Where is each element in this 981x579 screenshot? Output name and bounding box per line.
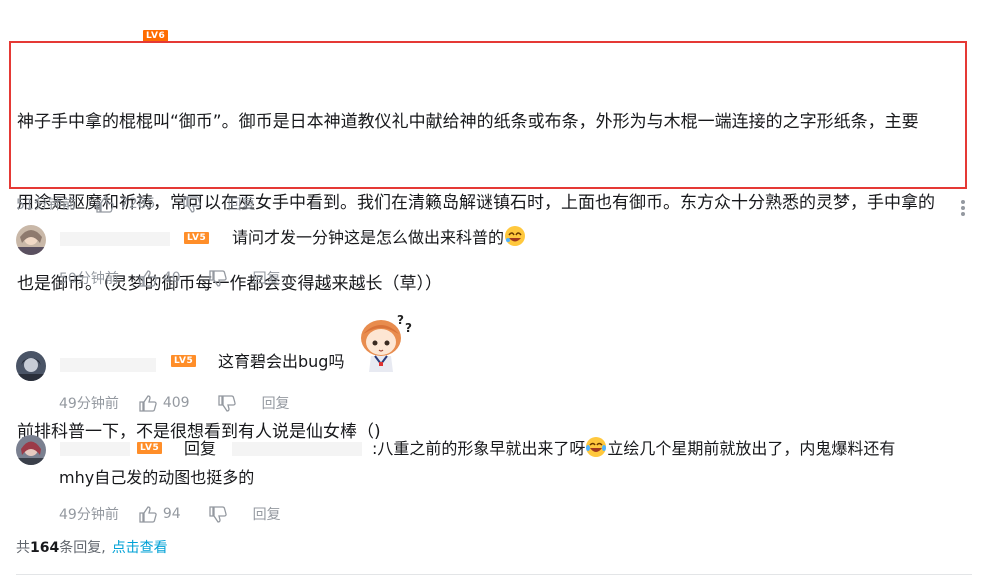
thumbs-down-icon <box>183 195 202 213</box>
replies-summary: 共164条回复, 点击查看 <box>16 537 168 557</box>
thumbs-down-icon <box>209 269 227 287</box>
like-count: 7285 <box>119 196 156 212</box>
like-count: 94 <box>162 506 181 522</box>
reply-text-content: 请问才发一分钟这是怎么做出来科普的 <box>232 228 505 247</box>
laughing-emoji-icon <box>504 225 526 255</box>
reply-text: :八重之前的形象早就出来了呀 立绘几个星期前就放出了，内鬼爆料还有 <box>372 436 895 466</box>
level-badge: LV5 <box>184 232 210 244</box>
like-count: 409 <box>162 395 190 411</box>
reply-text-content: :八重之前的形象早就出来了呀 <box>372 439 586 458</box>
thumbs-down-icon <box>209 505 227 523</box>
svg-text:?: ? <box>397 313 404 327</box>
comment-time: 51分钟前 <box>16 197 76 213</box>
reply-count: 164 <box>30 540 60 556</box>
reply-target-redacted[interactable] <box>232 442 362 456</box>
dislike-button[interactable] <box>209 269 227 287</box>
thumbs-up-icon <box>139 269 157 287</box>
like-count: 40 <box>162 270 181 286</box>
reply-prefix: 回复 <box>184 439 217 458</box>
reply-text: 请问才发一分钟这是怎么做出来科普的 <box>232 225 526 255</box>
username-redacted <box>60 358 156 372</box>
reply-meta: 50分钟前 40 回复 <box>59 268 281 288</box>
reply-button[interactable]: 回复 <box>253 268 281 288</box>
summary-suffix: 条回复, <box>59 540 106 556</box>
thumbs-up-icon <box>96 195 114 213</box>
reply-text-line2: mhy自己发的动图也挺多的 <box>59 468 255 487</box>
level-badge: LV5 <box>137 442 163 454</box>
svg-text:?: ? <box>405 321 412 335</box>
top-comment-line: 神子手中拿的棍棍叫“御币”。御币是日本神道教仪礼中献给神的纸条或布条，外形为与木… <box>17 112 919 132</box>
laughing-crying-emoji-icon <box>585 436 607 466</box>
thumbs-up-icon <box>139 505 157 523</box>
divider <box>16 574 972 575</box>
like-button[interactable]: 40 <box>139 269 181 287</box>
thumbs-down-icon <box>217 394 236 412</box>
like-button[interactable]: 409 <box>139 394 190 412</box>
username-redacted <box>60 232 170 246</box>
top-comment-meta: 51分钟前 7285 回复 <box>16 194 255 214</box>
more-options-icon[interactable] <box>960 200 966 218</box>
like-button[interactable]: 94 <box>139 505 181 523</box>
like-button[interactable]: 7285 <box>96 195 156 213</box>
username-redacted <box>60 442 130 456</box>
level-badge: LV5 <box>171 355 197 367</box>
summary-prefix: 共 <box>16 540 30 556</box>
reply-text-content: 立绘几个星期前就放出了，内鬼爆料还有 <box>607 439 896 458</box>
reply-button[interactable]: 回复 <box>262 393 290 413</box>
reply-meta: 49分钟前 94 回复 <box>59 504 281 524</box>
comment-time: 49分钟前 <box>59 507 119 523</box>
avatar[interactable] <box>16 351 46 381</box>
view-replies-link[interactable]: 点击查看 <box>112 540 168 556</box>
avatar[interactable] <box>16 435 46 465</box>
top-comment-highlight: 神子手中拿的棍棍叫“御币”。御币是日本神道教仪礼中献给神的纸条或布条，外形为与木… <box>9 41 967 442</box>
reply-meta: 49分钟前 409 回复 <box>59 393 290 413</box>
dislike-button[interactable] <box>209 505 227 523</box>
reply-button[interactable]: 回复 <box>227 194 255 214</box>
comment-time: 50分钟前 <box>59 271 119 287</box>
dislike-button[interactable] <box>183 195 202 213</box>
dislike-button[interactable] <box>217 394 236 412</box>
comment-time: 49分钟前 <box>59 396 119 412</box>
confused-sticker-icon: ? ? ? <box>357 310 419 376</box>
thumbs-up-icon <box>139 394 157 412</box>
reply-text: 这育碧会出bug吗 <box>218 352 345 371</box>
reply-button[interactable]: 回复 <box>253 504 281 524</box>
avatar[interactable] <box>16 225 46 255</box>
